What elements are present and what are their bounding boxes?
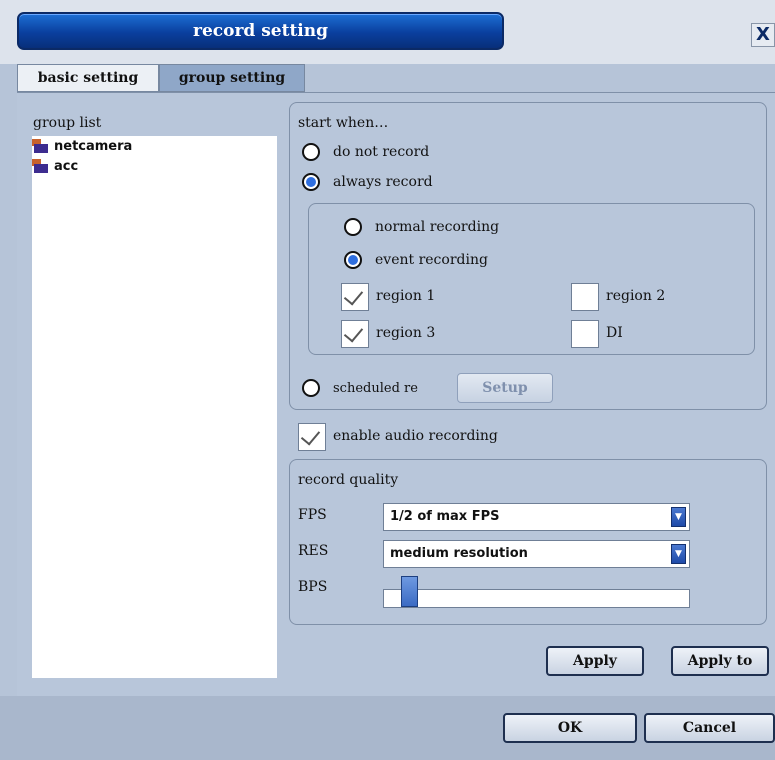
do-not-record-label: do not record <box>333 144 430 160</box>
group-name: acc <box>54 158 79 174</box>
bps-slider[interactable] <box>383 576 690 608</box>
enable-audio-label: enable audio recording <box>333 428 498 444</box>
title-bar: record setting X <box>0 0 775 64</box>
sensor-group-icon <box>32 159 48 173</box>
group-list-label: group list <box>33 115 102 131</box>
fps-label: FPS <box>298 507 327 523</box>
cancel-button[interactable]: Cancel <box>644 713 775 743</box>
check-icon <box>343 322 364 343</box>
always-record-radio[interactable] <box>302 173 320 191</box>
di-label: DI <box>606 325 623 341</box>
res-value: medium resolution <box>390 546 528 561</box>
apply-to-button[interactable]: Apply to <box>671 646 769 676</box>
fps-value: 1/2 of max FPS <box>390 509 500 524</box>
region-3-label: region 3 <box>376 325 436 341</box>
bps-slider-thumb[interactable] <box>401 576 418 607</box>
check-icon <box>343 285 364 306</box>
di-checkbox[interactable] <box>571 320 599 348</box>
always-record-label: always record <box>333 174 433 190</box>
check-icon <box>300 425 321 446</box>
list-item-netcamera[interactable]: netcamera <box>32 136 132 156</box>
list-item-acc[interactable]: acc <box>32 156 78 176</box>
bps-label: BPS <box>298 579 328 595</box>
ok-button[interactable]: OK <box>503 713 637 743</box>
chevron-down-icon[interactable]: ▼ <box>671 507 686 527</box>
record-quality-label: record quality <box>298 472 399 488</box>
fps-select[interactable]: 1/2 of max FPS ▼ <box>383 503 690 531</box>
res-select[interactable]: medium resolution ▼ <box>383 540 690 568</box>
region-2-label: region 2 <box>606 288 666 304</box>
start-when-label: start when… <box>298 115 389 131</box>
scheduled-record-label: scheduled re <box>333 381 418 396</box>
normal-recording-radio[interactable] <box>344 218 362 236</box>
res-label: RES <box>298 543 329 559</box>
scheduled-record-radio[interactable] <box>302 379 320 397</box>
close-icon[interactable]: X <box>751 23 775 47</box>
do-not-record-radio[interactable] <box>302 143 320 161</box>
camera-group-icon <box>32 139 48 153</box>
setup-button[interactable]: Setup <box>457 373 553 403</box>
region-1-label: region 1 <box>376 288 436 304</box>
enable-audio-checkbox[interactable] <box>298 423 326 451</box>
region-1-checkbox[interactable] <box>341 283 369 311</box>
window-title: record setting <box>17 12 504 50</box>
region-3-checkbox[interactable] <box>341 320 369 348</box>
tab-basic-setting[interactable]: basic setting <box>17 64 159 92</box>
chevron-down-icon[interactable]: ▼ <box>671 544 686 564</box>
tab-group-setting[interactable]: group setting <box>159 64 305 92</box>
region-2-checkbox[interactable] <box>571 283 599 311</box>
group-list[interactable]: netcamera acc <box>32 136 277 678</box>
event-recording-radio[interactable] <box>344 251 362 269</box>
group-name: netcamera <box>54 138 133 154</box>
normal-recording-label: normal recording <box>375 219 500 235</box>
event-recording-label: event recording <box>375 252 488 268</box>
apply-button[interactable]: Apply <box>546 646 644 676</box>
